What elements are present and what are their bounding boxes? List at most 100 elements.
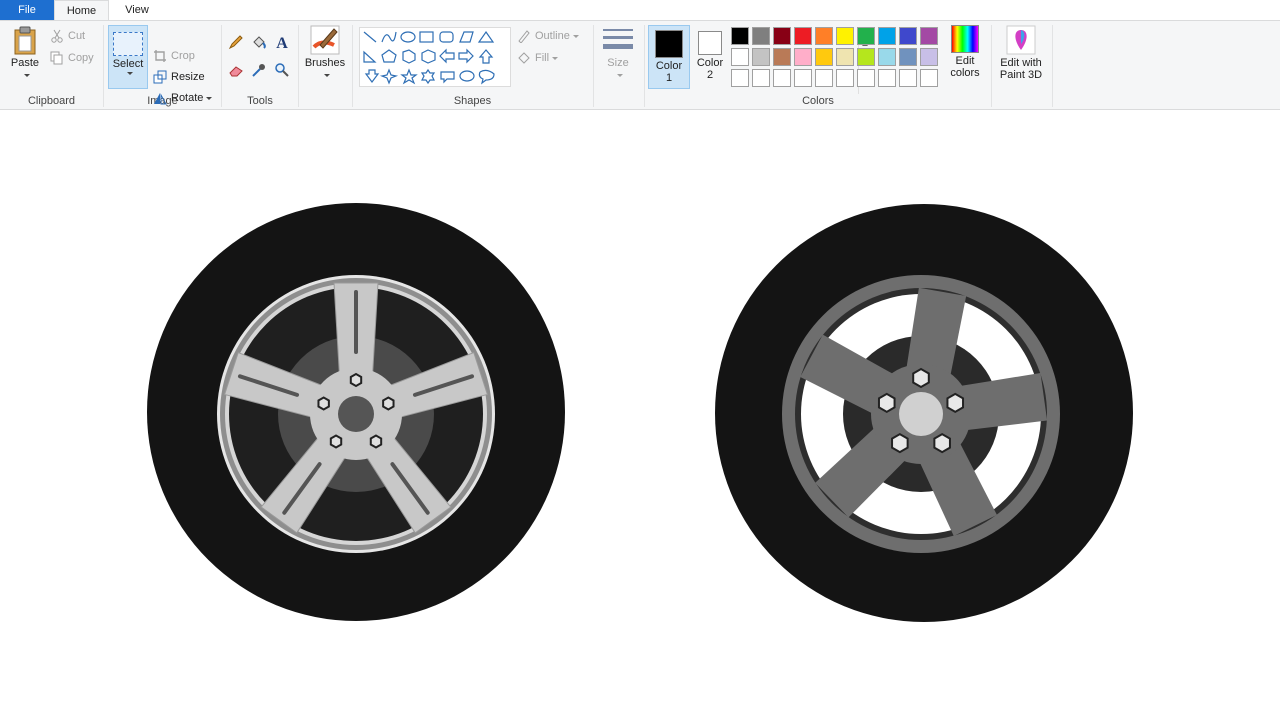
paste-label: Paste [10, 57, 40, 69]
palette-color-swatch[interactable] [731, 27, 749, 45]
brush-icon [310, 25, 340, 55]
drawing-canvas[interactable] [0, 111, 1280, 720]
chevron-down-icon [206, 96, 213, 100]
palette-color-swatch[interactable] [836, 69, 854, 87]
fill-tool[interactable] [249, 34, 269, 54]
crop-label: Crop [171, 50, 195, 62]
brushes-button[interactable]: Brushes [303, 25, 347, 81]
color1-label: Color [655, 60, 683, 72]
rotate-button[interactable]: Rotate [153, 89, 213, 107]
left-lug-nut [329, 434, 343, 449]
tab-view[interactable]: View [110, 0, 164, 20]
chevron-down-icon [323, 73, 330, 77]
color2-number: 2 [706, 69, 714, 81]
palette-color-swatch[interactable] [878, 69, 896, 87]
resize-button[interactable]: Resize [153, 68, 205, 86]
group-divider [991, 25, 992, 107]
palette-color-swatch[interactable] [899, 27, 917, 45]
color1-number: 1 [665, 72, 673, 84]
edit-colors-label-2: colors [950, 67, 980, 79]
select-label: Select [112, 58, 144, 70]
edit-with-paint3d-button[interactable]: Edit with Paint 3D [996, 25, 1046, 81]
shapes-gallery [359, 27, 868, 94]
right-lug-nut [933, 432, 951, 454]
color-spectrum-icon [951, 25, 979, 53]
resize-icon [153, 70, 167, 84]
left-lug-nut [382, 396, 395, 411]
palette-color-swatch[interactable] [857, 27, 875, 45]
palette-color-swatch[interactable] [920, 27, 938, 45]
rotate-label: Rotate [171, 92, 204, 104]
group-divider [1052, 25, 1053, 107]
paint3d-label-1: Edit with [1000, 57, 1042, 69]
palette-color-swatch[interactable] [773, 69, 791, 87]
chevron-down-icon [552, 56, 559, 60]
palette-color-swatch[interactable] [752, 27, 770, 45]
copy-button[interactable]: Copy [50, 49, 94, 67]
palette-color-swatch[interactable] [794, 48, 812, 66]
color1-button[interactable]: Color 1 [648, 25, 690, 89]
palette-color-swatch[interactable] [857, 69, 875, 87]
eraser-icon [229, 66, 243, 77]
canvas-drawing [147, 203, 1133, 622]
palette-color-swatch[interactable] [899, 69, 917, 87]
palette-color-swatch[interactable] [815, 48, 833, 66]
scissors-icon [50, 29, 64, 43]
palette-color-swatch[interactable] [794, 69, 812, 87]
right-lug-nut [912, 367, 930, 389]
magnifier-tool[interactable] [272, 62, 292, 82]
palette-color-swatch[interactable] [752, 48, 770, 66]
crop-button[interactable]: Crop [153, 47, 195, 65]
palette-color-swatch[interactable] [899, 48, 917, 66]
text-icon: A [276, 35, 288, 52]
cut-button[interactable]: Cut [50, 27, 85, 45]
right-lug-nut [891, 432, 909, 454]
palette-color-swatch[interactable] [773, 27, 791, 45]
text-tool[interactable]: A [272, 34, 292, 54]
outline-label: Outline [535, 30, 570, 42]
magnifier-icon [275, 63, 289, 77]
palette-color-swatch[interactable] [731, 48, 749, 66]
palette-color-swatch[interactable] [836, 27, 854, 45]
brushes-label: Brushes [304, 57, 346, 69]
outline-button[interactable]: Outline [517, 27, 579, 45]
fill-bucket-icon [517, 51, 531, 65]
eraser-tool[interactable] [226, 62, 246, 82]
tools-group: A Tools [222, 21, 298, 109]
group-divider [298, 25, 299, 107]
edit-colors-button[interactable]: Edit colors [946, 25, 984, 79]
right-lug-nut [946, 392, 965, 414]
palette-color-swatch[interactable] [878, 48, 896, 66]
palette-color-swatch[interactable] [794, 27, 812, 45]
palette-color-swatch[interactable] [836, 48, 854, 66]
outline-icon [517, 29, 531, 44]
color2-button[interactable]: Color 2 [689, 25, 731, 89]
fill-button[interactable]: Fill [517, 49, 559, 67]
paint3d-label-2: Paint 3D [999, 69, 1043, 81]
palette-color-swatch[interactable] [857, 48, 875, 66]
palette-color-swatch[interactable] [878, 27, 896, 45]
line-size-icon [603, 25, 633, 55]
palette-color-swatch[interactable] [920, 48, 938, 66]
palette-color-swatch[interactable] [731, 69, 749, 87]
paste-button[interactable]: Paste [6, 25, 44, 81]
color-picker-tool[interactable] [249, 62, 269, 82]
left-lug-nut [349, 372, 363, 388]
left-center-cap [338, 396, 374, 432]
pencil-tool[interactable] [226, 34, 246, 54]
palette-color-swatch[interactable] [815, 27, 833, 45]
tab-home[interactable]: Home [54, 0, 109, 20]
color1-swatch [655, 30, 683, 58]
palette-color-swatch[interactable] [752, 69, 770, 87]
select-icon [113, 32, 143, 56]
cut-label: Cut [68, 30, 86, 42]
edit-colors-label: Edit [955, 55, 975, 67]
size-button[interactable]: Size [598, 25, 638, 81]
palette-color-swatch[interactable] [773, 48, 791, 66]
palette-color-swatch[interactable] [815, 69, 833, 87]
palette-color-swatch[interactable] [920, 69, 938, 87]
right-wheel-drawing [715, 204, 1133, 622]
resize-label: Resize [171, 71, 205, 83]
select-button[interactable]: Select [108, 25, 148, 89]
tab-file[interactable]: File [0, 0, 54, 20]
